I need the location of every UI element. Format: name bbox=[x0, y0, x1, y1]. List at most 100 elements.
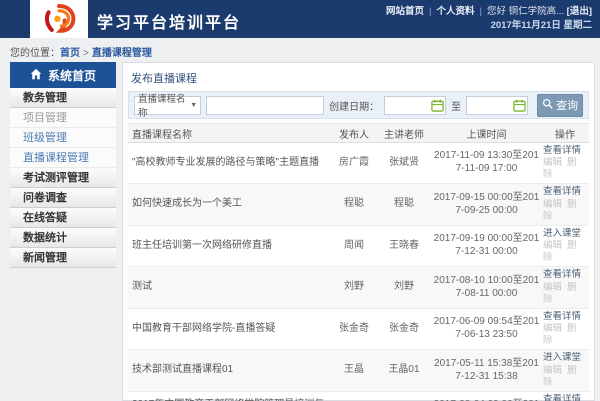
course-name: 如何快速成长为一个美工 bbox=[128, 184, 332, 225]
teacher: 张斌贤 bbox=[376, 143, 432, 184]
teacher: 张金奇 bbox=[376, 308, 432, 349]
sidebar-home-label: 系统首页 bbox=[48, 67, 96, 84]
view-detail-link[interactable]: 查看详情 bbox=[543, 394, 587, 401]
course-name: 中国教育干部网络学院-直播答疑 bbox=[128, 308, 332, 349]
sidebar-item[interactable]: 考试测评管理 bbox=[10, 168, 116, 188]
logo-box bbox=[30, 0, 88, 38]
course-name: 2017年中国教育干部网络学院管理员培训与实操演示（模拟） bbox=[128, 391, 332, 401]
column-header: 主讲老师 bbox=[376, 124, 432, 143]
edit-link[interactable]: 编辑 bbox=[543, 240, 562, 251]
publisher: 张金奇 bbox=[332, 308, 376, 349]
class-time: 2017-08-04 09:00至2017-08-10 20:30 bbox=[432, 391, 541, 401]
teacher: 王晓春 bbox=[376, 225, 432, 266]
breadcrumb-separator: > bbox=[83, 48, 89, 59]
publish-row: 发布直播课程 bbox=[128, 63, 589, 91]
operations-cell: 进入课堂编辑删除 bbox=[541, 225, 589, 266]
view-detail-link[interactable]: 查看详情 bbox=[543, 145, 587, 157]
search-field-select[interactable]: 直播课程名称 ▼ bbox=[134, 96, 201, 115]
edit-link[interactable]: 编辑 bbox=[543, 323, 562, 334]
sidebar-item[interactable]: 班级管理 bbox=[10, 128, 116, 148]
table-row: 如何快速成长为一个美工程聪程聪2017-09-15 00:00至2017-09-… bbox=[128, 184, 589, 225]
nav-site-home-link[interactable]: 网站首页 bbox=[386, 6, 424, 17]
teacher: 程聪 bbox=[376, 184, 432, 225]
operations-cell: 查看详情编辑删除 bbox=[541, 184, 589, 225]
edit-link[interactable]: 编辑 bbox=[543, 157, 562, 168]
class-time: 2017-08-10 10:00至2017-08-11 00:00 bbox=[432, 267, 541, 308]
sidebar: 系统首页 教务管理项目管理班级管理直播课程管理考试测评管理问卷调查在线答疑数据统… bbox=[10, 62, 116, 268]
publisher: 程聪 bbox=[332, 184, 376, 225]
query-button-label: 查询 bbox=[556, 97, 578, 113]
publisher: 周闻 bbox=[332, 225, 376, 266]
enter-classroom-link[interactable]: 进入课堂 bbox=[543, 228, 587, 240]
operations-cell: 查看详情编辑删除 bbox=[541, 391, 589, 401]
class-time: 2017-11-09 13:30至2017-11-09 17:00 bbox=[432, 143, 541, 184]
home-icon bbox=[30, 68, 42, 83]
enter-classroom-link[interactable]: 进入课堂 bbox=[543, 352, 587, 364]
edit-link[interactable]: 编辑 bbox=[543, 199, 562, 210]
breadcrumb-current[interactable]: 直播课程管理 bbox=[92, 48, 152, 59]
operations-cell: 查看详情编辑删除 bbox=[541, 267, 589, 308]
edit-link[interactable]: 编辑 bbox=[543, 282, 562, 293]
breadcrumb: 您的位置：首页>直播课程管理 bbox=[10, 44, 152, 59]
table-header-row: 直播课程名称发布人主讲老师上课时间操作 bbox=[128, 124, 589, 143]
breadcrumb-prefix: 您的位置： bbox=[10, 48, 60, 59]
search-bar: 直播课程名称 ▼ 创建日期： 至 查询 bbox=[128, 91, 589, 119]
breadcrumb-home-link[interactable]: 首页 bbox=[60, 48, 80, 59]
view-detail-link[interactable]: 查看详情 bbox=[543, 311, 587, 323]
query-button[interactable]: 查询 bbox=[537, 94, 583, 117]
sidebar-item[interactable]: 在线答疑 bbox=[10, 208, 116, 228]
edit-link[interactable]: 编辑 bbox=[543, 365, 562, 376]
column-header: 发布人 bbox=[332, 124, 376, 143]
sidebar-item[interactable]: 数据统计 bbox=[10, 228, 116, 248]
teacher: 刘野 bbox=[376, 391, 432, 401]
main-panel: 发布直播课程 直播课程名称 ▼ 创建日期： 至 查询 bbox=[122, 62, 595, 401]
course-name: 技术部测试直播课程01 bbox=[128, 350, 332, 391]
table-row: 技术部测试直播课程01王晶王晶012017-05-11 15:38至2017-1… bbox=[128, 350, 589, 391]
to-label: 至 bbox=[451, 98, 461, 113]
course-name: 班主任培训第一次网络研修直播 bbox=[128, 225, 332, 266]
course-table-body: "高校教师专业发展的路径与策略"主题直播房广霞张斌贤2017-11-09 13:… bbox=[128, 143, 589, 401]
class-time: 2017-05-11 15:38至2017-12-31 15:38 bbox=[432, 350, 541, 391]
view-detail-link[interactable]: 查看详情 bbox=[543, 186, 587, 198]
table-row: 班主任培训第一次网络研修直播周闻王晓春2017-09-19 00:00至2017… bbox=[128, 225, 589, 266]
search-field-selected: 直播课程名称 bbox=[138, 91, 190, 119]
sidebar-item[interactable]: 教务管理 bbox=[10, 88, 116, 108]
operations-cell: 进入课堂编辑删除 bbox=[541, 350, 589, 391]
calendar-icon[interactable] bbox=[513, 99, 526, 115]
current-date: 2017年11月21日 星期二 bbox=[386, 19, 592, 33]
publisher: 房广霞 bbox=[332, 143, 376, 184]
sidebar-item[interactable]: 新闻管理 bbox=[10, 248, 116, 268]
phoenix-logo-icon bbox=[37, 2, 81, 37]
publisher: 王晶 bbox=[332, 350, 376, 391]
class-time: 2017-06-09 09:54至2017-06-13 23:50 bbox=[432, 308, 541, 349]
sidebar-item-system-home[interactable]: 系统首页 bbox=[10, 62, 116, 88]
column-header: 操作 bbox=[541, 124, 589, 143]
teacher: 刘野 bbox=[376, 267, 432, 308]
course-table: 直播课程名称发布人主讲老师上课时间操作 "高校教师专业发展的路径与策略"主题直播… bbox=[128, 123, 589, 401]
calendar-icon[interactable] bbox=[431, 99, 444, 115]
top-header: 学习平台培训平台 网站首页|个人资料|您好 铜仁学院高... [退出] 2017… bbox=[0, 0, 600, 38]
table-row: 中国教育干部网络学院-直播答疑张金奇张金奇2017-06-09 09:54至20… bbox=[128, 308, 589, 349]
operations-cell: 查看详情编辑删除 bbox=[541, 308, 589, 349]
publisher: 刘野 bbox=[332, 267, 376, 308]
logout-link[interactable]: [退出] bbox=[567, 6, 592, 17]
course-name: 测试 bbox=[128, 267, 332, 308]
nav-profile-link[interactable]: 个人资料 bbox=[436, 6, 474, 17]
operations-cell: 查看详情编辑删除 bbox=[541, 143, 589, 184]
site-title: 学习平台培训平台 bbox=[97, 9, 241, 33]
chevron-down-icon: ▼ bbox=[190, 102, 197, 109]
search-keyword-input[interactable] bbox=[206, 96, 324, 115]
publisher: 韦羽羽 bbox=[332, 391, 376, 401]
sidebar-item[interactable]: 直播课程管理 bbox=[10, 148, 116, 168]
table-row: 测试刘野刘野2017-08-10 10:00至2017-08-11 00:00查… bbox=[128, 267, 589, 308]
sidebar-item[interactable]: 项目管理 bbox=[10, 108, 116, 128]
column-header: 上课时间 bbox=[432, 124, 541, 143]
view-detail-link[interactable]: 查看详情 bbox=[543, 269, 587, 281]
create-date-label: 创建日期： bbox=[329, 98, 379, 113]
header-nav: 网站首页|个人资料|您好 铜仁学院高... [退出] bbox=[386, 5, 592, 19]
greeting-text: 您好 铜仁学院高... bbox=[487, 6, 564, 17]
publish-live-course-link[interactable]: 发布直播课程 bbox=[131, 73, 197, 85]
course-name: "高校教师专业发展的路径与策略"主题直播 bbox=[128, 143, 332, 184]
column-header: 直播课程名称 bbox=[128, 124, 332, 143]
sidebar-item[interactable]: 问卷调查 bbox=[10, 188, 116, 208]
